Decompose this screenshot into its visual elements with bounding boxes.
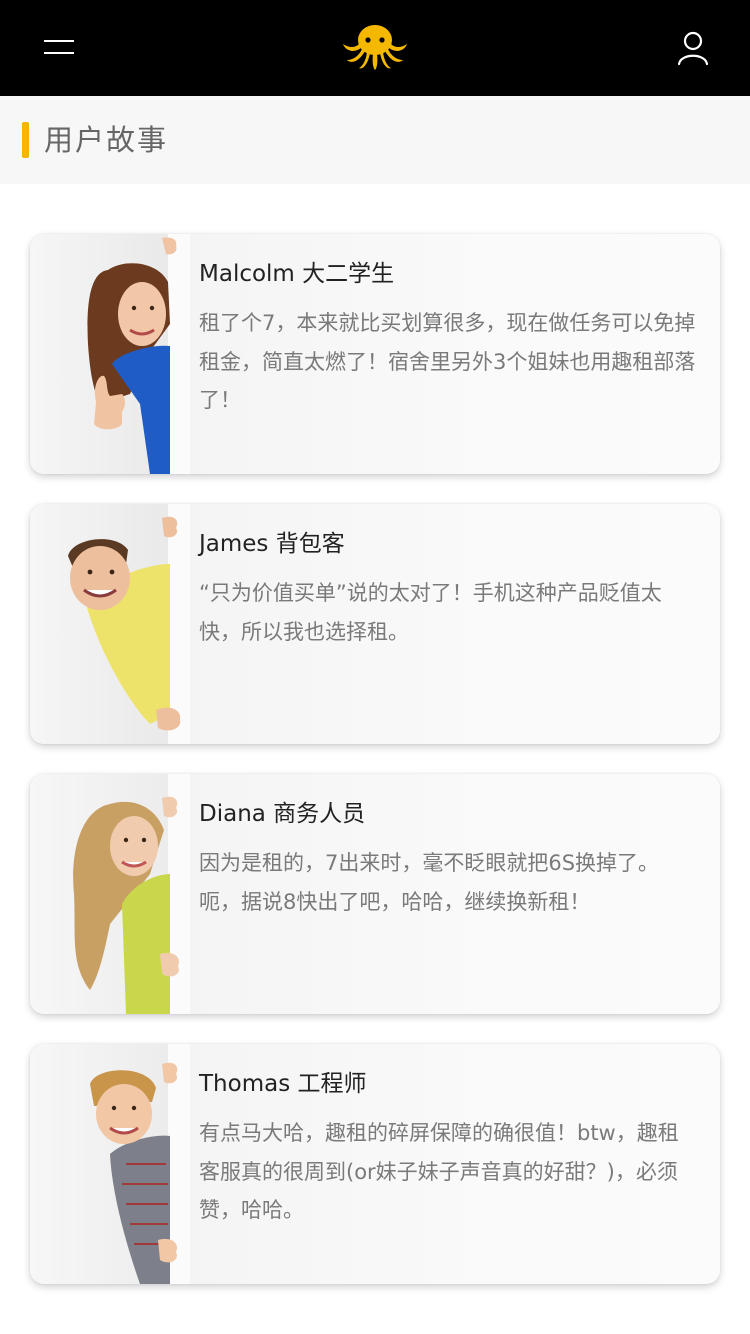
- blond-boy-plaid-shirt-photo: [30, 1044, 190, 1284]
- young-man-yellow-hoodie-photo: [30, 504, 190, 744]
- curly-blonde-woman-photo: [30, 774, 190, 1014]
- hamburger-menu-icon[interactable]: [38, 32, 78, 64]
- section-accent-bar: [22, 122, 29, 158]
- story-text: 租了个7，本来就比买划算很多，现在做任务可以免掉租金，简直太燃了！宿舍里另外3个…: [199, 311, 696, 412]
- octopus-logo-icon[interactable]: [335, 18, 415, 78]
- story-card[interactable]: Malcolm 大二学生 租了个7，本来就比买划算很多，现在做任务可以免掉租金，…: [30, 234, 720, 474]
- story-card[interactable]: Diana 商务人员 因为是租的，7出来时，毫不眨眼就把6S换掉了。呃，据说8快…: [30, 774, 720, 1014]
- story-author: Diana 商务人员: [199, 801, 366, 827]
- story-text: “只为价值买单”说的太对了！手机这种产品贬值太快，所以我也选择租。: [199, 581, 662, 644]
- story-text: 有点马大哈，趣租的碎屏保障的确很值！btw，趣租客服真的很周到(or妹子妹子声音…: [199, 1121, 679, 1222]
- story-card[interactable]: Thomas 工程师 有点马大哈，趣租的碎屏保障的确很值！btw，趣租客服真的很…: [30, 1044, 720, 1284]
- section-title: 用户故事: [44, 123, 169, 157]
- story-text: 因为是租的，7出来时，毫不眨眼就把6S换掉了。呃，据说8快出了吧，哈哈，继续换新…: [199, 851, 660, 914]
- story-card[interactable]: James 背包客 “只为价值买单”说的太对了！手机这种产品贬值太快，所以我也选…: [30, 504, 720, 744]
- user-profile-icon[interactable]: [672, 28, 714, 70]
- story-author: Thomas 工程师: [199, 1071, 367, 1097]
- section-header: 用户故事: [0, 96, 750, 184]
- story-author: James 背包客: [199, 531, 345, 557]
- girl-thumbs-up-photo: [30, 234, 190, 474]
- top-nav-bar: [0, 0, 750, 96]
- story-author: Malcolm 大二学生: [199, 261, 395, 287]
